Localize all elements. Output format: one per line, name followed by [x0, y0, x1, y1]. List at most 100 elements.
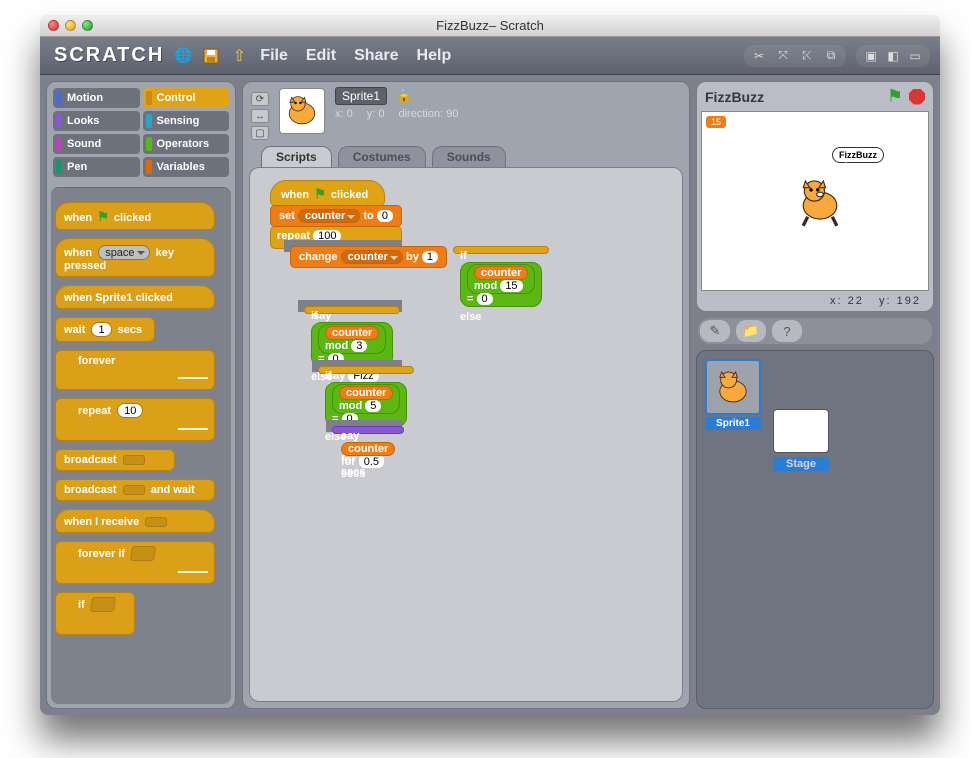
- broadcast-wait-dropdown[interactable]: [123, 485, 145, 495]
- choose-sprite-file-icon[interactable]: 📁: [736, 320, 766, 342]
- script-if-3[interactable]: if counter mod 3 =: [304, 306, 400, 314]
- menu-file[interactable]: File: [260, 47, 288, 65]
- script-set-counter[interactable]: set counter to 0: [270, 205, 402, 227]
- current-sprite-thumb: [279, 88, 325, 134]
- project-title: FizzBuzz: [705, 89, 881, 105]
- stage-panel: FizzBuzz ⚑ 15 FizzBuzz: [696, 81, 934, 312]
- repeat-count-input[interactable]: 10: [117, 403, 143, 418]
- script-panel: ⟳ ↔ ▢ Sprite1 🔒: [242, 81, 690, 709]
- category-operators[interactable]: Operators: [143, 134, 230, 154]
- rotate-lr-icon[interactable]: ↔: [251, 109, 269, 123]
- menu-edit[interactable]: Edit: [306, 47, 336, 65]
- toolbar: SCRATCH 🌐 ⇧ File Edit Share Help ✂ ⤧ ⤪ ⧉…: [40, 37, 940, 75]
- sprite-list: Sprite1 Stage: [696, 350, 934, 709]
- stage[interactable]: 15 FizzBuzz: [701, 111, 929, 291]
- script-change-counter[interactable]: change counter by 1: [290, 246, 447, 268]
- block-forever-if[interactable]: forever if: [55, 541, 215, 584]
- forever-if-condition[interactable]: [130, 546, 156, 561]
- block-broadcast-wait[interactable]: broadcast and wait: [55, 479, 215, 501]
- mouse-coords: x: 22 y: 192: [701, 291, 929, 307]
- script-when-flag[interactable]: when ⚑ clicked: [270, 180, 385, 206]
- stage-sprite-cat[interactable]: [792, 172, 848, 228]
- block-if[interactable]: if: [55, 592, 135, 635]
- category-control[interactable]: Control: [143, 88, 230, 108]
- menu-help[interactable]: Help: [417, 47, 452, 65]
- block-wait[interactable]: wait 1 secs: [55, 317, 155, 342]
- stop-button[interactable]: [909, 89, 925, 105]
- flag-icon: ⚑: [312, 186, 328, 201]
- block-when-sprite-clicked[interactable]: when Sprite1 clicked: [55, 285, 215, 309]
- save-icon[interactable]: [202, 47, 220, 65]
- sprite-header: ⟳ ↔ ▢ Sprite1 🔒: [243, 82, 689, 140]
- category-variables[interactable]: Variables: [143, 157, 230, 177]
- sprite-list-item[interactable]: Sprite1: [705, 359, 761, 700]
- block-when-receive[interactable]: when I receive: [55, 509, 215, 533]
- shrink-icon[interactable]: ⤪: [798, 47, 816, 65]
- new-sprite-tools: ✎ 📁 ?: [698, 318, 932, 344]
- if-condition[interactable]: [90, 597, 116, 612]
- script-repeat[interactable]: repeat 100 change counter by 1: [270, 226, 402, 249]
- block-repeat[interactable]: repeat 10: [55, 398, 215, 441]
- sprite-name-field[interactable]: Sprite1: [335, 87, 387, 105]
- op-equals[interactable]: counter mod 15 = 0: [460, 262, 542, 307]
- presentation-icon[interactable]: ▭: [906, 47, 924, 65]
- script-if-5[interactable]: if counter mod 5: [318, 366, 414, 374]
- rotate-free-icon[interactable]: ⟳: [251, 92, 269, 106]
- op-mod[interactable]: counter mod 15: [467, 264, 535, 294]
- rotate-none-icon[interactable]: ▢: [251, 126, 269, 140]
- stage-variable-counter[interactable]: 15: [706, 116, 726, 128]
- wait-seconds-input[interactable]: 1: [91, 322, 111, 337]
- stage-list-item[interactable]: Stage: [773, 359, 829, 700]
- var-dropdown[interactable]: counter: [298, 209, 360, 223]
- right-column: FizzBuzz ⚑ 15 FizzBuzz: [696, 81, 934, 709]
- stage-list-item-label: Stage: [773, 457, 829, 471]
- app-window: FizzBuzz– Scratch SCRATCH 🌐 ⇧ File Edit …: [40, 15, 940, 715]
- menu-share[interactable]: Share: [354, 47, 398, 65]
- var-dropdown[interactable]: counter: [341, 250, 403, 264]
- category-motion[interactable]: Motion: [53, 88, 140, 108]
- tab-costumes[interactable]: Costumes: [338, 146, 426, 167]
- category-sound[interactable]: Sound: [53, 134, 140, 154]
- category-grid: Motion Control Looks Sensing Sound Opera…: [47, 82, 235, 183]
- receive-dropdown[interactable]: [145, 517, 167, 527]
- block-when-key-pressed[interactable]: when space key pressed: [55, 238, 215, 277]
- category-sensing[interactable]: Sensing: [143, 111, 230, 131]
- paint-new-sprite-icon[interactable]: ✎: [700, 320, 730, 342]
- small-stage-icon[interactable]: ▣: [862, 47, 880, 65]
- lock-icon[interactable]: 🔒: [390, 88, 412, 103]
- script-if-15[interactable]: if counter mod 15 = 0: [453, 246, 549, 254]
- block-forever[interactable]: forever: [55, 350, 215, 390]
- mouse-y-value: 192: [897, 295, 921, 307]
- zoom-window-button[interactable]: [82, 20, 93, 31]
- close-window-button[interactable]: [48, 20, 59, 31]
- stamp-icon[interactable]: ✂: [750, 47, 768, 65]
- category-looks[interactable]: Looks: [53, 111, 140, 131]
- block-when-flag-clicked[interactable]: when ⚑ clicked: [55, 202, 215, 230]
- tab-sounds[interactable]: Sounds: [432, 146, 506, 167]
- scratch-logo: SCRATCH: [40, 44, 174, 67]
- sprite-direction-value: 90: [446, 108, 458, 120]
- broadcast-dropdown[interactable]: [123, 455, 145, 465]
- category-pen[interactable]: Pen: [53, 157, 140, 177]
- share-project-icon[interactable]: ⇧: [230, 47, 248, 65]
- minimize-window-button[interactable]: [65, 20, 76, 31]
- script-area[interactable]: when ⚑ clicked set counter to 0 repeat 1…: [249, 167, 683, 702]
- titlebar: FizzBuzz– Scratch: [40, 15, 940, 37]
- block-broadcast[interactable]: broadcast: [55, 449, 175, 471]
- script-say-counter[interactable]: say counter for 0.5 secs: [332, 426, 404, 434]
- tab-scripts[interactable]: Scripts: [261, 146, 332, 167]
- language-icon[interactable]: 🌐: [174, 47, 192, 65]
- cat-icon: [282, 91, 322, 131]
- sprite-list-item-label: Sprite1: [705, 417, 761, 430]
- key-dropdown[interactable]: space: [98, 245, 149, 260]
- grow-icon[interactable]: ⤧: [774, 47, 792, 65]
- speech-bubble: FizzBuzz: [832, 147, 884, 163]
- set-value-input[interactable]: 0: [377, 210, 393, 222]
- normal-stage-icon[interactable]: ◧: [884, 47, 902, 65]
- green-flag-button[interactable]: ⚑: [887, 86, 903, 107]
- cat-icon: [711, 365, 755, 409]
- mouse-x-value: 22: [848, 295, 864, 307]
- duplicate-icon[interactable]: ⧉: [822, 47, 840, 65]
- change-value-input[interactable]: 1: [422, 251, 438, 263]
- surprise-sprite-icon[interactable]: ?: [772, 320, 802, 342]
